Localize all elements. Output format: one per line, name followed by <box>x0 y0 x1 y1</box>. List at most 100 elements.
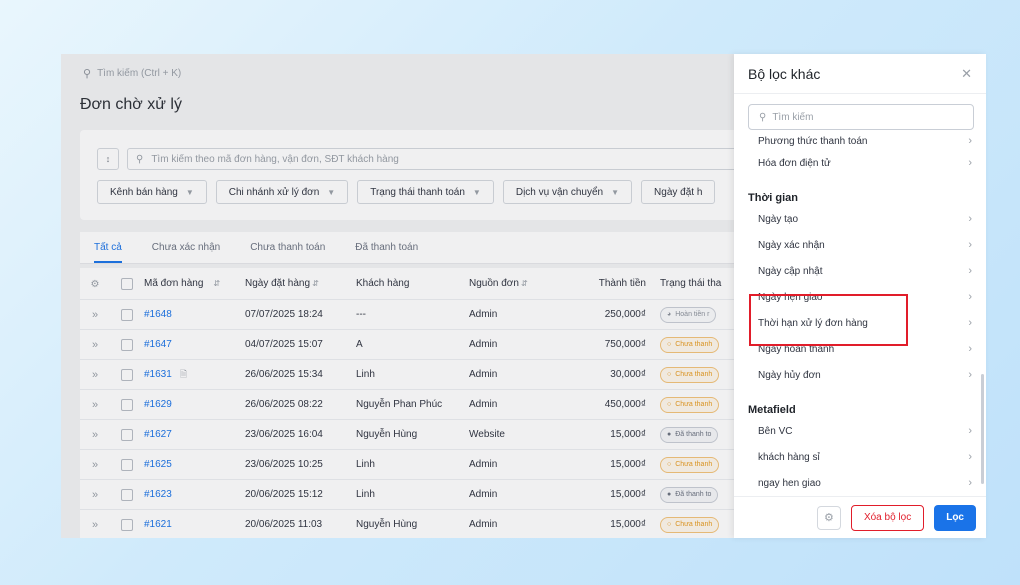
filter-item-completed-date[interactable]: Ngày hoàn thành › <box>734 336 986 362</box>
filter-item-updated-date[interactable]: Ngày cập nhật › <box>734 258 986 284</box>
tab-all[interactable]: Tất cả <box>94 242 122 263</box>
section-metafield: Metafield <box>748 404 796 416</box>
tab-paid[interactable]: Đã thanh toán <box>355 242 418 263</box>
filter-item-created-date[interactable]: Ngày tạo › <box>734 206 986 232</box>
tab-unconfirmed[interactable]: Chưa xác nhận <box>152 242 220 263</box>
chip-label: Chi nhánh xử lý đơn <box>228 186 320 198</box>
row-checkbox[interactable] <box>121 428 133 441</box>
filter-item-label: Ngày tạo <box>758 213 799 225</box>
filter-item-label: Thời hạn xử lý đơn hàng <box>758 317 868 329</box>
filter-item-label: Phương thức thanh toán <box>758 136 868 147</box>
apply-filter-button[interactable]: Lọc <box>934 504 976 531</box>
row-checkbox[interactable] <box>121 338 133 351</box>
filter-item-label: Ngày xác nhận <box>758 239 825 251</box>
drawer-search-input[interactable]: ⚲ Tìm kiếm <box>748 104 974 130</box>
status-dot-icon: ● <box>667 491 672 498</box>
chevron-right-icon: › <box>968 477 972 489</box>
filter-settings-button[interactable]: ⚙ <box>816 505 841 530</box>
select-all-checkbox[interactable] <box>121 277 133 290</box>
row-checkbox[interactable] <box>121 308 133 321</box>
filter-item-payment-method[interactable]: Phương thức thanh toán › <box>734 136 986 150</box>
collapse-filter-button[interactable]: ↕ <box>97 148 119 170</box>
tab-unpaid[interactable]: Chưa thanh toán <box>250 242 325 263</box>
filter-item-processing-deadline[interactable]: Thời hạn xử lý đơn hàng › <box>734 310 986 336</box>
close-icon[interactable]: ✕ <box>961 66 972 82</box>
order-code-link[interactable]: #1631 <box>144 369 172 380</box>
filter-item-cancelled-date[interactable]: Ngày hủy đơn › <box>734 362 986 388</box>
search-icon: ⚲ <box>83 67 92 80</box>
status-dot-icon: ○ <box>667 371 672 378</box>
expand-icon[interactable]: » <box>80 369 110 381</box>
filter-item-delivery-date-meta[interactable]: ngay hen giao › <box>734 470 986 496</box>
table-row[interactable]: » #1623 20/06/2025 15:12 Linh Admin 15,0… <box>80 480 840 510</box>
order-code-link[interactable]: #1625 <box>144 459 172 470</box>
expand-icon[interactable]: » <box>80 519 110 531</box>
table-row[interactable]: » #1629 26/06/2025 08:22 Nguyễn Phan Phú… <box>80 390 840 420</box>
filter-chip-sales-channel[interactable]: Kênh bán hàng ▼ <box>97 180 207 204</box>
header-code[interactable]: Mã đơn hàng <box>144 278 203 289</box>
header-source[interactable]: Nguồn đơn <box>469 278 519 289</box>
chevron-right-icon: › <box>968 157 972 169</box>
table-row[interactable]: » #1621 20/06/2025 11:03 Nguyễn Hùng Adm… <box>80 510 840 538</box>
chevron-right-icon: › <box>968 291 972 303</box>
table-row[interactable]: » #1648 07/07/2025 18:24 --- Admin 250,0… <box>80 300 840 330</box>
expand-icon[interactable]: » <box>80 339 110 351</box>
gear-icon: ⚙ <box>824 512 834 524</box>
order-date: 23/06/2025 16:04 <box>245 429 323 440</box>
other-filters-drawer: Bộ lọc khác ✕ ⚲ Tìm kiếm Phương thức tha… <box>734 54 986 538</box>
status-label: Đã thanh to <box>675 491 712 498</box>
order-code-link[interactable]: #1621 <box>144 519 172 530</box>
order-code-link[interactable]: #1648 <box>144 309 172 320</box>
search-icon: ⚲ <box>136 153 144 165</box>
filter-item-carrier[interactable]: Bên VC › <box>734 418 986 444</box>
chevron-right-icon: › <box>968 343 972 355</box>
filter-chip-order-date[interactable]: Ngày đặt h <box>641 180 716 204</box>
table-row[interactable]: » #1625 23/06/2025 10:25 Linh Admin 15,0… <box>80 450 840 480</box>
settings-icon[interactable]: ⚙ <box>91 279 100 290</box>
row-checkbox[interactable] <box>121 518 133 531</box>
expand-icon[interactable]: » <box>80 459 110 471</box>
status-dot-icon: ○ <box>667 521 672 528</box>
filter-item-label: Ngày cập nhật <box>758 265 823 277</box>
filter-chip-payment-status[interactable]: Trạng thái thanh toán ▼ <box>357 180 494 204</box>
table-row[interactable]: » #1631 🗎 26/06/2025 15:34 Linh Admin 30,… <box>80 360 840 390</box>
order-amount: 15,000₫ <box>610 429 646 440</box>
status-label: Chưa thanh <box>675 521 713 528</box>
order-code-link[interactable]: #1627 <box>144 429 172 440</box>
chevron-down-icon: ▼ <box>611 187 620 197</box>
expand-icon[interactable]: » <box>80 399 110 411</box>
drawer-scrollbar[interactable] <box>981 374 984 484</box>
table-header: ⚙ Mã đơn hàng ⇵ Ngày đặt hàng ⇵ Khách hàng… <box>80 268 840 300</box>
filter-chip-shipping[interactable]: Dịch vụ vận chuyển ▼ <box>502 180 633 204</box>
expand-icon[interactable]: » <box>80 429 110 441</box>
order-amount: 750,000₫ <box>604 339 646 350</box>
row-checkbox[interactable] <box>121 458 133 471</box>
note-icon: 🗎 <box>179 368 188 379</box>
filter-item-e-invoice[interactable]: Hóa đơn điện tử › <box>734 150 986 176</box>
order-amount: 30,000₫ <box>610 369 646 380</box>
row-checkbox[interactable] <box>121 398 133 411</box>
payment-status-badge: ○ Chưa thanh <box>660 516 720 533</box>
sort-icon: ⇵ <box>213 279 221 288</box>
clear-filter-button[interactable]: Xóa bộ lọc <box>850 504 925 531</box>
filter-chip-branch[interactable]: Chi nhánh xử lý đơn ▼ <box>215 180 349 204</box>
filter-item-delivery-appointment-date[interactable]: Ngày hẹn giao › <box>734 284 986 310</box>
row-checkbox[interactable] <box>121 368 133 381</box>
expand-icon[interactable]: » <box>80 489 110 501</box>
filter-card: ↕ ⚲ Tìm kiếm theo mã đơn hàng, vận đơn, … <box>80 130 840 220</box>
customer-name: Linh <box>356 369 375 380</box>
expand-icon[interactable]: » <box>80 309 110 321</box>
order-code-link[interactable]: #1623 <box>144 489 172 500</box>
filter-item-confirmed-date[interactable]: Ngày xác nhận › <box>734 232 986 258</box>
header-date[interactable]: Ngày đặt hàng <box>245 278 310 289</box>
customer-name: Nguyễn Hùng <box>356 429 418 440</box>
row-checkbox[interactable] <box>121 488 133 501</box>
status-dot-icon: ● <box>667 431 672 438</box>
customer-name: Linh <box>356 459 375 470</box>
filter-item-wholesale-customer[interactable]: khách hàng sỉ › <box>734 444 986 470</box>
order-search-input[interactable]: ⚲ Tìm kiếm theo mã đơn hàng, vận đơn, SĐ… <box>127 148 767 170</box>
order-code-link[interactable]: #1629 <box>144 399 172 410</box>
table-row[interactable]: » #1627 23/06/2025 16:04 Nguyễn Hùng Web… <box>80 420 840 450</box>
order-code-link[interactable]: #1647 <box>144 339 172 350</box>
table-row[interactable]: » #1647 04/07/2025 15:07 A Admin 750,000… <box>80 330 840 360</box>
